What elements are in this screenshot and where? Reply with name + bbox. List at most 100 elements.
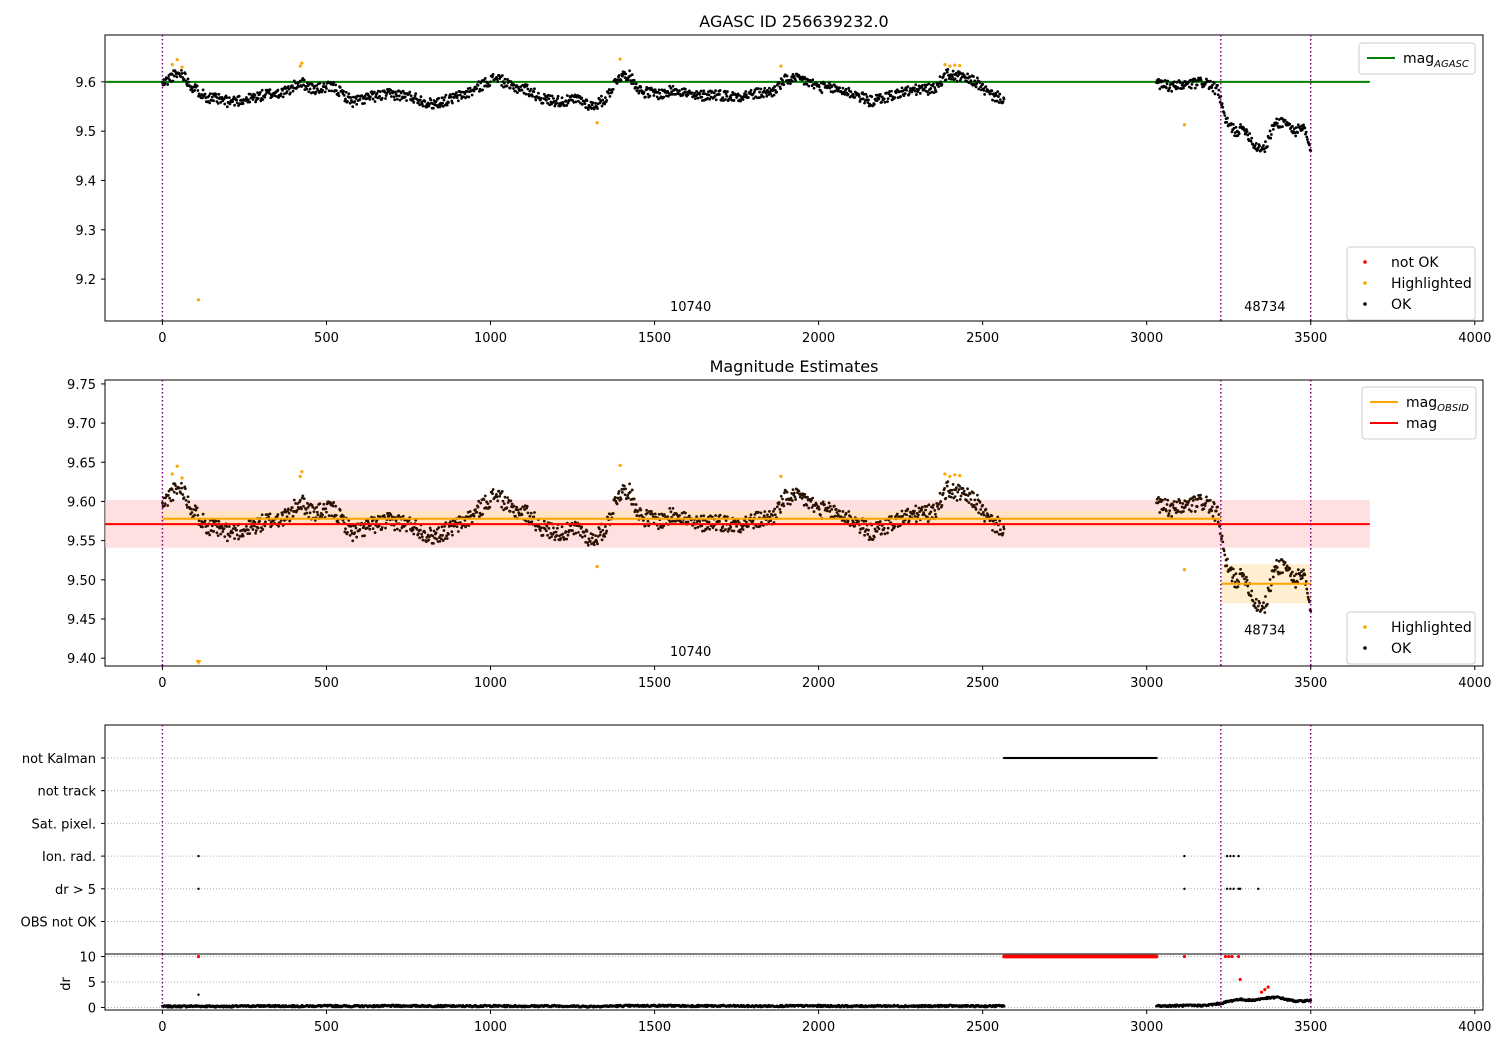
ok-point [512,510,515,514]
ok-point [308,87,312,91]
ok-point [516,91,519,95]
ok-point [305,87,309,91]
ok-point [1237,132,1241,136]
ok-point [401,514,405,518]
ok-point [981,503,985,507]
ok-point [539,526,543,529]
ok-point [1161,498,1164,502]
ok-point [1262,601,1265,605]
ok-point [408,90,412,94]
ok-point [939,80,943,84]
ok-point [505,84,509,88]
ok-point [853,95,857,99]
ok-point [861,526,865,530]
ok-point [600,538,604,542]
ok-point [512,83,516,87]
x-tick-label: 0 [158,676,166,691]
ok-point [1195,83,1199,87]
ok-point [867,98,870,102]
x-tick-label: 2500 [966,331,999,346]
ok-point [613,496,617,499]
ok-point [500,74,504,77]
ok-point [1164,86,1168,90]
ok-point [1190,503,1194,507]
ok-point [542,519,546,523]
ok-point [1269,136,1273,140]
ok-point [210,95,214,99]
flag-label: OBS not OK [21,916,97,931]
highlighted-point [180,65,184,69]
highlighted-point [958,473,962,478]
ok-point [270,95,274,99]
ok-point [1161,79,1164,83]
ok-point [931,506,935,510]
ok-point [1221,105,1225,109]
ok-point [1176,86,1180,90]
ok-point [368,527,372,531]
ok-point [723,89,727,93]
ok-point [409,94,413,98]
ok-point [212,530,215,533]
ok-point [556,526,559,530]
ok-point [833,89,837,93]
ok-point [948,491,952,495]
ok-point [880,100,884,104]
ok-point [1290,570,1294,574]
ok-point [913,514,917,518]
ok-point [420,535,424,539]
ok-point [334,513,338,517]
ok-point [658,91,662,95]
ok-point [1253,601,1257,605]
ok-point [997,95,1000,99]
ok-point [984,507,988,511]
ok-point [256,526,260,530]
ok-point [865,95,869,99]
ok-point [1306,591,1309,595]
legend-label: mag [1406,416,1437,432]
ok-point [600,94,603,98]
ok-point [610,90,614,94]
x-tick-label: 1000 [474,676,507,691]
ok-point [380,526,384,529]
ok-point [976,76,979,80]
ok-point [857,95,861,98]
ok-point [237,537,240,541]
ok-point [916,513,920,517]
ok-point [777,81,781,84]
ok-point [456,94,460,97]
ok-point [1208,498,1212,502]
ok-point [977,511,981,515]
ok-point [1254,606,1258,610]
ok-point [834,507,838,511]
ok-point [390,95,393,98]
ok-point [1222,549,1226,553]
ok-point [537,91,540,95]
ok-point [332,501,336,504]
ok-point [886,97,890,101]
ok-point [977,87,981,91]
ok-point [1253,144,1257,148]
ok-point [1199,497,1203,501]
ok-point [491,492,494,496]
ok-point [732,529,736,533]
ok-point [219,532,223,536]
ok-point [883,532,887,536]
ok-point [185,503,189,507]
ok-point [512,87,515,90]
ok-point [1163,497,1167,501]
ok-point [515,505,519,509]
x-tick-label: 3500 [1294,676,1327,691]
ok-point [773,85,777,88]
ok-point [624,72,628,76]
ok-point [208,101,212,105]
ok-point [721,525,725,528]
y-tick-label: 9.60 [67,495,96,510]
ok-point [585,99,589,103]
ok-point [393,98,397,102]
ok-point [778,508,782,511]
ok-point [978,81,982,84]
ok-point [481,88,485,92]
ok-point [877,97,881,101]
ok-point [1268,129,1272,133]
ok-point [264,520,267,524]
